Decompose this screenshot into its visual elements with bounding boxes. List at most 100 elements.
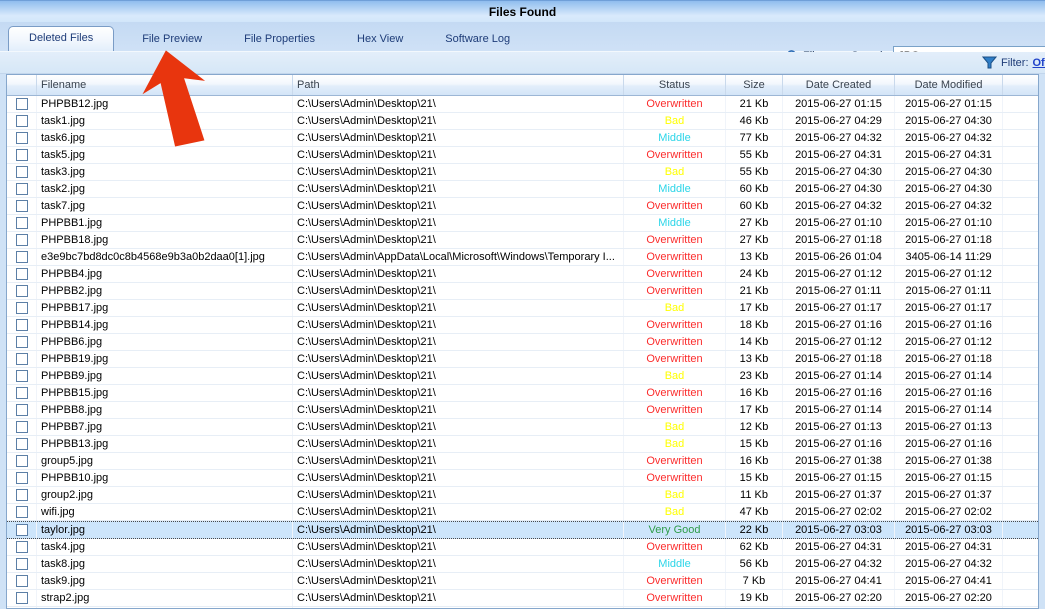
row-checkbox[interactable] xyxy=(16,234,28,246)
file-path-cell: C:\Users\Admin\Desktop\21\ xyxy=(293,198,624,214)
file-path-cell: C:\Users\Admin\Desktop\21\ xyxy=(293,402,624,418)
row-extra-cell xyxy=(1003,317,1038,333)
row-checkbox[interactable] xyxy=(16,472,28,484)
header-date-modified[interactable]: Date Modified xyxy=(895,75,1003,95)
file-name-cell: wifi.jpg xyxy=(37,504,293,520)
tab-file-properties[interactable]: File Properties xyxy=(230,28,329,51)
tab-deleted-files[interactable]: Deleted Files xyxy=(8,26,114,51)
filter-toggle-link[interactable]: Off xyxy=(1033,57,1045,69)
table-row[interactable]: task2.jpg C:\Users\Admin\Desktop\21\ Mid… xyxy=(7,181,1038,198)
row-checkbox[interactable] xyxy=(16,404,28,416)
row-checkbox[interactable] xyxy=(16,575,28,587)
table-row[interactable]: group5.jpg C:\Users\Admin\Desktop\21\ Ov… xyxy=(7,453,1038,470)
header-extra-column xyxy=(1003,75,1038,95)
table-row[interactable]: PHPBB8.jpg C:\Users\Admin\Desktop\21\ Ov… xyxy=(7,402,1038,419)
table-row[interactable]: wifi.jpg C:\Users\Admin\Desktop\21\ Bad … xyxy=(7,504,1038,521)
row-checkbox[interactable] xyxy=(16,183,28,195)
row-checkbox[interactable] xyxy=(16,217,28,229)
table-row[interactable]: task5.jpg C:\Users\Admin\Desktop\21\ Ove… xyxy=(7,147,1038,164)
table-row[interactable]: PHPBB7.jpg C:\Users\Admin\Desktop\21\ Ba… xyxy=(7,419,1038,436)
table-row[interactable]: PHPBB14.jpg C:\Users\Admin\Desktop\21\ O… xyxy=(7,317,1038,334)
row-checkbox[interactable] xyxy=(16,132,28,144)
row-checkbox[interactable] xyxy=(16,200,28,212)
table-row[interactable]: e3e9bc7bd8dc0c8b4568e9b3a0b2daa0[1].jpg … xyxy=(7,249,1038,266)
row-checkbox[interactable] xyxy=(16,489,28,501)
row-checkbox[interactable] xyxy=(16,268,28,280)
date-modified-cell: 2015-06-27 04:30 xyxy=(895,164,1003,180)
table-row[interactable]: PHPBB15.jpg C:\Users\Admin\Desktop\21\ O… xyxy=(7,385,1038,402)
row-checkbox[interactable] xyxy=(16,592,28,604)
date-modified-cell: 2015-06-27 04:30 xyxy=(895,113,1003,129)
file-name-cell: task3.jpg xyxy=(37,164,293,180)
table-row[interactable]: PHPBB17.jpg C:\Users\Admin\Desktop\21\ B… xyxy=(7,300,1038,317)
row-select-cell xyxy=(7,130,37,146)
tab-file-preview[interactable]: File Preview xyxy=(128,28,216,51)
table-row[interactable]: task6.jpg C:\Users\Admin\Desktop\21\ Mid… xyxy=(7,130,1038,147)
date-created-cell: 2015-06-27 04:30 xyxy=(783,164,895,180)
table-row[interactable]: task1.jpg C:\Users\Admin\Desktop\21\ Bad… xyxy=(7,113,1038,130)
row-checkbox[interactable] xyxy=(16,353,28,365)
row-checkbox[interactable] xyxy=(16,285,28,297)
date-modified-cell: 2015-06-27 01:37 xyxy=(895,487,1003,503)
file-size-cell: 7 Kb xyxy=(726,573,783,589)
row-checkbox[interactable] xyxy=(16,149,28,161)
row-checkbox[interactable] xyxy=(16,387,28,399)
table-row[interactable]: PHPBB10.jpg C:\Users\Admin\Desktop\21\ O… xyxy=(7,470,1038,487)
table-row[interactable]: PHPBB13.jpg C:\Users\Admin\Desktop\21\ B… xyxy=(7,436,1038,453)
file-size-cell: 19 Kb xyxy=(726,590,783,606)
table-row[interactable]: strap2.jpg C:\Users\Admin\Desktop\21\ Ov… xyxy=(7,590,1038,607)
table-row[interactable]: taylor.jpg C:\Users\Admin\Desktop\21\ Ve… xyxy=(7,521,1038,539)
file-size-cell: 16 Kb xyxy=(726,453,783,469)
table-row[interactable]: task4.jpg C:\Users\Admin\Desktop\21\ Ove… xyxy=(7,539,1038,556)
tab-software-log[interactable]: Software Log xyxy=(431,28,524,51)
file-path-cell: C:\Users\Admin\AppData\Local\Microsoft\W… xyxy=(293,249,624,265)
row-checkbox[interactable] xyxy=(16,421,28,433)
row-checkbox[interactable] xyxy=(16,524,28,536)
row-checkbox[interactable] xyxy=(16,558,28,570)
date-created-cell: 2015-06-27 04:31 xyxy=(783,539,895,555)
row-checkbox[interactable] xyxy=(16,541,28,553)
table-row[interactable]: PHPBB12.jpg C:\Users\Admin\Desktop\21\ O… xyxy=(7,96,1038,113)
table-row[interactable]: task7.jpg C:\Users\Admin\Desktop\21\ Ove… xyxy=(7,198,1038,215)
date-modified-cell: 2015-06-27 01:16 xyxy=(895,385,1003,401)
row-select-cell xyxy=(7,436,37,452)
tab-hex-view[interactable]: Hex View xyxy=(343,28,417,51)
file-name-cell: PHPBB19.jpg xyxy=(37,351,293,367)
table-row[interactable]: PHPBB18.jpg C:\Users\Admin\Desktop\21\ O… xyxy=(7,232,1038,249)
header-filename[interactable]: Filename xyxy=(37,75,293,95)
table-row[interactable]: PHPBB19.jpg C:\Users\Admin\Desktop\21\ O… xyxy=(7,351,1038,368)
table-row[interactable]: PHPBB6.jpg C:\Users\Admin\Desktop\21\ Ov… xyxy=(7,334,1038,351)
header-path[interactable]: Path xyxy=(293,75,624,95)
row-checkbox[interactable] xyxy=(16,319,28,331)
file-path-cell: C:\Users\Admin\Desktop\21\ xyxy=(293,573,624,589)
table-row[interactable]: PHPBB9.jpg C:\Users\Admin\Desktop\21\ Ba… xyxy=(7,368,1038,385)
date-modified-cell: 2015-06-27 01:18 xyxy=(895,232,1003,248)
table-row[interactable]: task9.jpg C:\Users\Admin\Desktop\21\ Ove… xyxy=(7,573,1038,590)
table-row[interactable]: task8.jpg C:\Users\Admin\Desktop\21\ Mid… xyxy=(7,556,1038,573)
row-checkbox[interactable] xyxy=(16,370,28,382)
date-modified-cell: 2015-06-27 04:31 xyxy=(895,539,1003,555)
header-select-column[interactable] xyxy=(7,75,37,95)
row-checkbox[interactable] xyxy=(16,336,28,348)
file-status-cell: Middle xyxy=(624,215,726,231)
row-checkbox[interactable] xyxy=(16,115,28,127)
row-checkbox[interactable] xyxy=(16,166,28,178)
table-row[interactable]: PHPBB2.jpg C:\Users\Admin\Desktop\21\ Ov… xyxy=(7,283,1038,300)
row-extra-cell xyxy=(1003,113,1038,129)
row-checkbox[interactable] xyxy=(16,251,28,263)
date-created-cell: 2015-06-27 03:03 xyxy=(783,522,895,538)
header-size[interactable]: Size xyxy=(726,75,783,95)
row-checkbox[interactable] xyxy=(16,455,28,467)
table-row[interactable]: group2.jpg C:\Users\Admin\Desktop\21\ Ba… xyxy=(7,487,1038,504)
date-modified-cell: 2015-06-27 02:20 xyxy=(895,590,1003,606)
header-status[interactable]: Status xyxy=(624,75,726,95)
file-status-cell: Middle xyxy=(624,556,726,572)
row-checkbox[interactable] xyxy=(16,506,28,518)
row-checkbox[interactable] xyxy=(16,302,28,314)
table-row[interactable]: PHPBB4.jpg C:\Users\Admin\Desktop\21\ Ov… xyxy=(7,266,1038,283)
table-row[interactable]: task3.jpg C:\Users\Admin\Desktop\21\ Bad… xyxy=(7,164,1038,181)
header-date-created[interactable]: Date Created xyxy=(783,75,895,95)
table-row[interactable]: PHPBB1.jpg C:\Users\Admin\Desktop\21\ Mi… xyxy=(7,215,1038,232)
row-checkbox[interactable] xyxy=(16,98,28,110)
row-checkbox[interactable] xyxy=(16,438,28,450)
